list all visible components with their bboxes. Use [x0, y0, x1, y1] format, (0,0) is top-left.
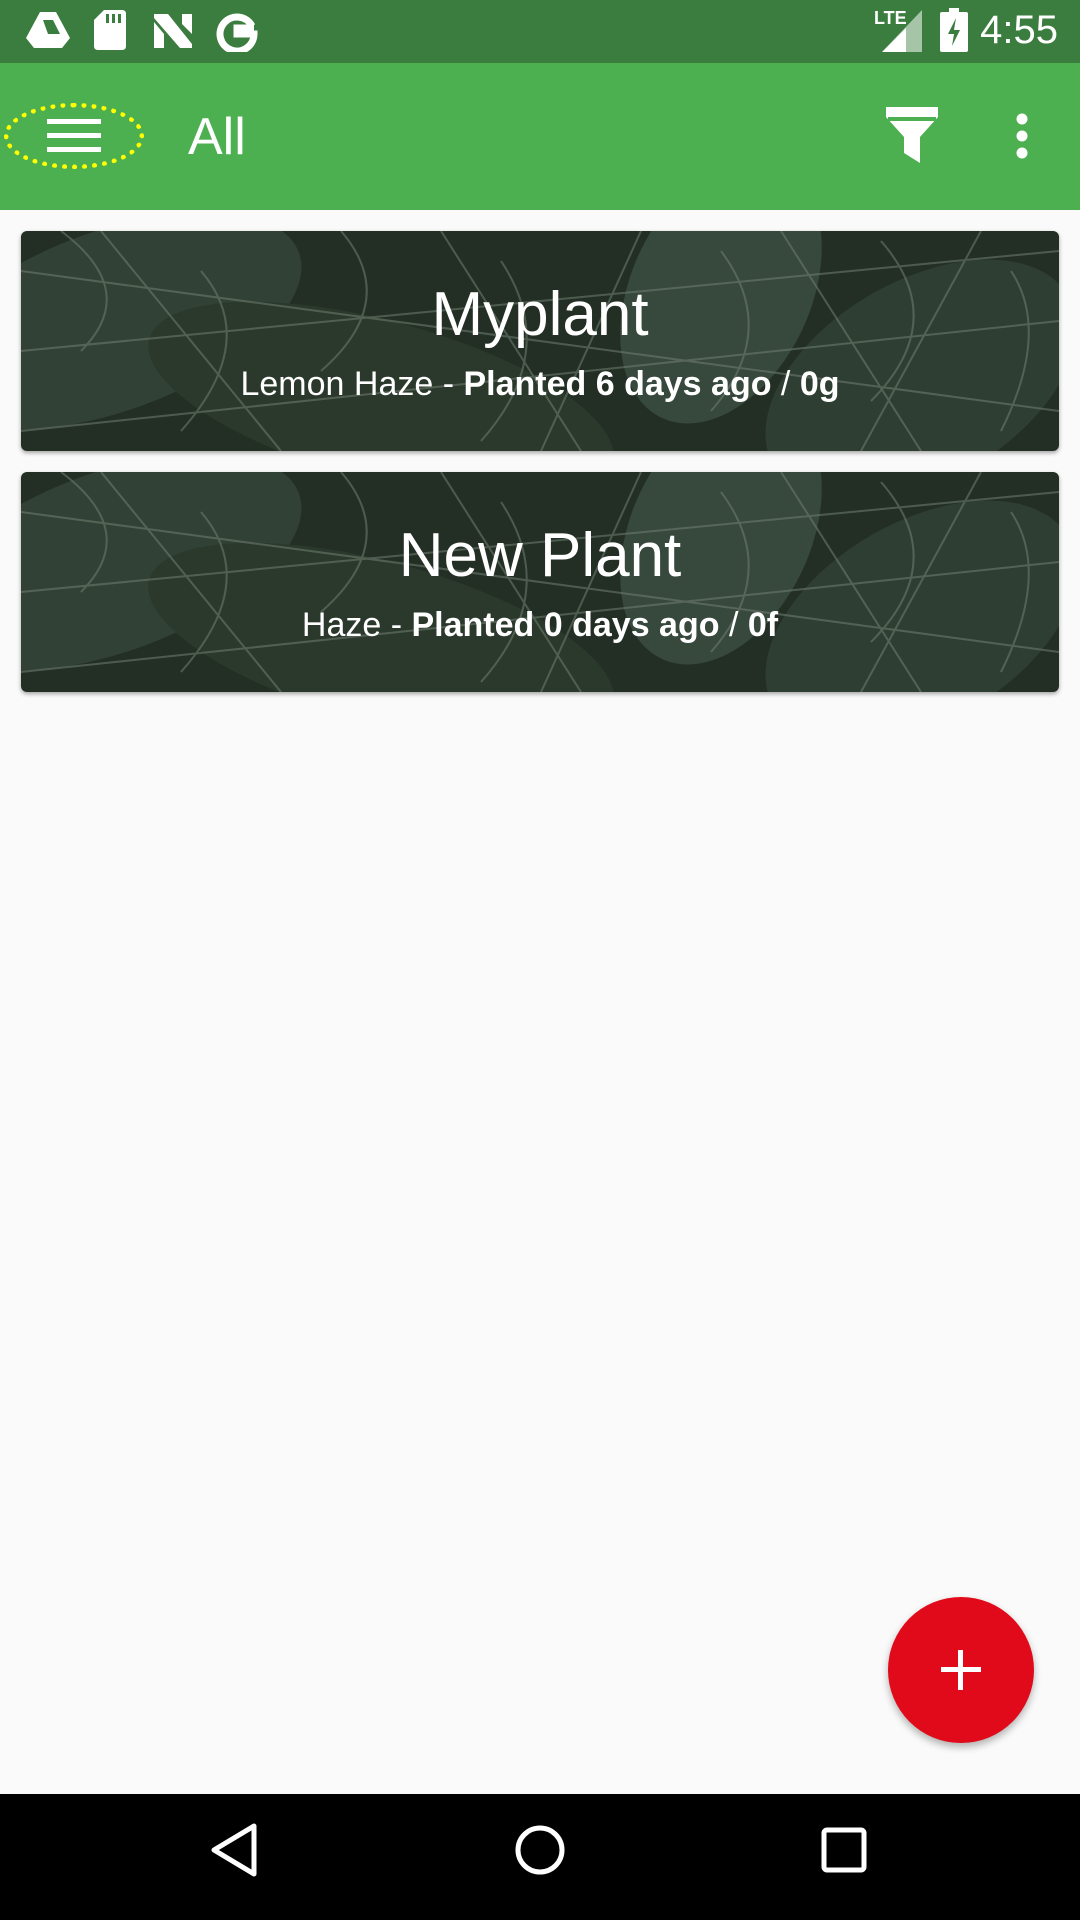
home-icon	[515, 1825, 565, 1875]
plant-card[interactable]: New Plant Haze - Planted 0 days ago / 0f	[21, 472, 1059, 692]
add-plant-button[interactable]	[888, 1597, 1034, 1743]
separator: -	[381, 606, 412, 644]
recents-icon	[821, 1827, 867, 1873]
separator: -	[433, 365, 464, 403]
slash: /	[719, 606, 748, 644]
lte-label: LTE	[874, 8, 907, 28]
slash: /	[771, 365, 800, 403]
plant-details: Haze - Planted 0 days ago / 0f	[21, 606, 1059, 645]
planted-age: Planted 6 days ago	[463, 365, 772, 403]
app-bar: All	[0, 63, 1080, 210]
recents-button[interactable]	[820, 1822, 868, 1883]
plant-card[interactable]: Myplant Lemon Haze - Planted 6 days ago …	[21, 231, 1059, 451]
page-title: All	[188, 108, 246, 166]
plant-name: Myplant	[431, 280, 649, 349]
more-options-button[interactable]	[1000, 103, 1044, 169]
plant-name: New Plant	[398, 521, 682, 590]
plant-strain: Lemon Haze	[240, 365, 434, 403]
battery-charging-icon	[940, 8, 968, 57]
plant-weight: 0f	[747, 606, 779, 644]
plant-strain: Haze	[301, 606, 382, 644]
filter-button[interactable]	[882, 103, 942, 169]
plus-icon	[941, 1650, 981, 1690]
plant-weight: 0g	[799, 365, 840, 403]
google-icon	[216, 10, 258, 57]
filter-icon	[886, 107, 938, 163]
sd-card-icon	[94, 10, 126, 55]
more-vert-icon	[1016, 113, 1028, 159]
n-icon	[152, 10, 194, 55]
back-button[interactable]	[210, 1822, 258, 1883]
home-button[interactable]	[514, 1822, 566, 1883]
drive-icon	[26, 10, 70, 55]
status-bar: LTE 4:55	[0, 0, 1080, 63]
planted-age: Planted 0 days ago	[411, 606, 720, 644]
menu-button[interactable]	[4, 103, 144, 169]
plant-details: Lemon Haze - Planted 6 days ago / 0g	[21, 365, 1059, 404]
navigation-bar	[0, 1794, 1080, 1920]
menu-icon	[47, 119, 101, 152]
clock: 4:55	[980, 8, 1058, 52]
back-icon	[211, 1823, 257, 1877]
